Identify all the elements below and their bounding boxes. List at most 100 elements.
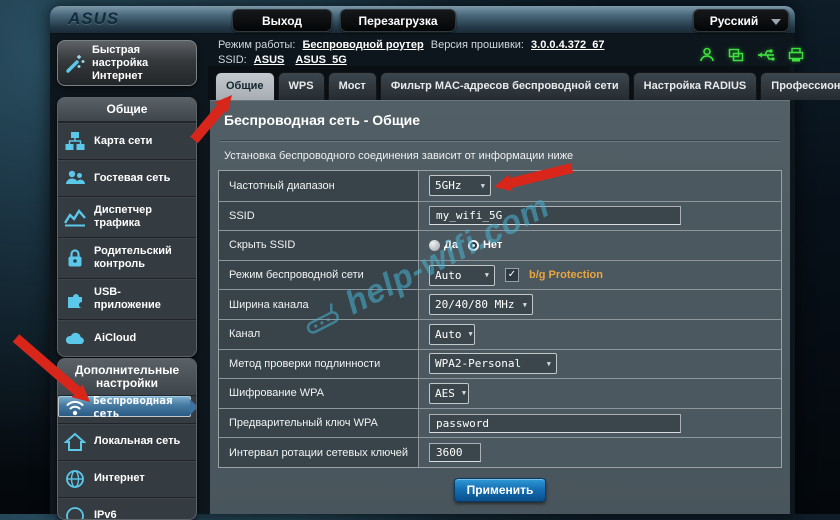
sidebar-group-advanced: Дополнительные настройки Беспроводная се…: [57, 358, 197, 520]
sidebar-item-lan[interactable]: Локальная сеть: [58, 423, 196, 460]
sidebar-group1-header: Общие: [58, 98, 196, 122]
field-label: Канал: [219, 320, 419, 349]
top-bar: ASUS Выход Перезагрузка Русский: [50, 6, 795, 34]
tab-radius[interactable]: Настройка RADIUS: [633, 72, 758, 100]
sidebar-item-label: Родительский контроль: [94, 245, 186, 271]
hide-ssid-yes-radio[interactable]: Да: [429, 239, 458, 251]
printer-icon[interactable]: [787, 46, 805, 64]
sidebar-item-label: AiCloud: [94, 332, 186, 345]
radio-label: Нет: [483, 239, 502, 251]
sidebar-item-label: Диспетчер трафика: [94, 204, 186, 230]
ssid-link-5g[interactable]: ASUS_5G: [295, 54, 346, 66]
asus-logo: ASUS: [68, 9, 119, 29]
field-label: Предварительный ключ WPA: [219, 409, 419, 438]
auth-method-select[interactable]: WPA2-Personal ▼: [429, 353, 557, 374]
operation-mode-line: Режим работы: Беспроводной роутер Версия…: [218, 39, 608, 51]
quick-setup-label: Быстрая настройка Интернет: [92, 44, 190, 83]
sidebar-item-network-map[interactable]: Карта сети: [58, 122, 196, 159]
reboot-button[interactable]: Перезагрузка: [340, 9, 456, 32]
auth-method-value: WPA2-Personal: [435, 357, 521, 370]
sidebar-item-guest-network[interactable]: Гостевая сеть: [58, 159, 196, 196]
field-label: Интервал ротации сетевых ключей: [219, 438, 419, 467]
wpa-key-input[interactable]: [429, 414, 681, 433]
sidebar-item-traffic-manager[interactable]: Диспетчер трафика: [58, 196, 196, 237]
parental-control-icon: [64, 247, 86, 269]
sidebar-item-internet[interactable]: Интернет: [58, 460, 196, 497]
channel-select[interactable]: Auto ▼: [429, 324, 475, 345]
chevron-down-icon: ▼: [469, 330, 473, 338]
table-row-channel: Канал Auto ▼: [219, 319, 781, 349]
chevron-down-icon: ▼: [485, 271, 489, 279]
client-icon[interactable]: [698, 46, 716, 64]
settings-table: Частотный диапазон 5GHz ▼ SSID Скрыть SS…: [218, 170, 782, 468]
field-label: Шифрование WPA: [219, 379, 419, 408]
wpa-encryption-select[interactable]: AES ▼: [429, 383, 469, 404]
ssid-link-24g[interactable]: ASUS: [254, 54, 285, 66]
mode-link[interactable]: Беспроводной роутер: [302, 39, 423, 51]
network-map-icon: [64, 130, 86, 152]
table-row-ssid: SSID: [219, 201, 781, 231]
bg-protection-checkbox[interactable]: ✓: [505, 268, 519, 282]
ssid-line: SSID: ASUS ASUS_5G: [218, 54, 351, 66]
tab-strip: Общие WPS Мост Фильтр MAC-адресов беспро…: [208, 66, 790, 100]
chevron-down-icon: [771, 19, 781, 25]
sidebar-item-usb-application[interactable]: USB-приложение: [58, 278, 196, 319]
wireless-icon: [64, 396, 86, 418]
language-label: Русский: [710, 14, 759, 28]
sidebar-item-aicloud[interactable]: AiCloud: [58, 319, 196, 356]
sidebar-item-label: IPv6: [94, 509, 186, 520]
sidebar-item-label: Гостевая сеть: [94, 172, 186, 185]
chevron-down-icon: ▼: [523, 301, 527, 309]
internet-icon: [64, 468, 86, 490]
tab-wps[interactable]: WPS: [278, 72, 325, 100]
tab-professional[interactable]: Профессионально: [760, 72, 840, 100]
selected-item-notch: [190, 399, 197, 415]
hide-ssid-no-radio[interactable]: Нет: [468, 239, 502, 251]
radio-icon: [429, 240, 440, 251]
page-subtitle: Установка беспроводного соединения завис…: [224, 150, 573, 162]
sidebar-item-label: Карта сети: [94, 135, 186, 148]
usb-icon[interactable]: [756, 46, 776, 64]
ssid-input[interactable]: [429, 206, 681, 225]
field-label: Скрыть SSID: [219, 231, 419, 260]
wireless-mode-select[interactable]: Auto ▼: [429, 265, 495, 286]
wireless-mode-value: Auto: [435, 269, 462, 282]
sidebar-group-general: Общие Карта сети Гостевая сеть: [57, 97, 197, 357]
key-rotation-input[interactable]: [429, 443, 481, 462]
language-select[interactable]: Русский: [693, 9, 789, 32]
tab-mac-filter[interactable]: Фильтр MAC-адресов беспроводной сети: [380, 72, 630, 100]
table-row-band: Частотный диапазон 5GHz ▼: [219, 171, 781, 201]
title-divider: [220, 140, 780, 142]
sidebar-group2-header: Дополнительные настройки: [58, 359, 196, 396]
logout-button[interactable]: Выход: [232, 9, 332, 32]
bg-protection-label: b/g Protection: [529, 269, 603, 281]
chevron-down-icon: ▼: [481, 182, 485, 190]
field-label: Ширина канала: [219, 290, 419, 319]
table-row-hide-ssid: Скрыть SSID Да Нет: [219, 230, 781, 260]
mode-label: Режим работы:: [218, 39, 295, 51]
sidebar-item-parental-control[interactable]: Родительский контроль: [58, 237, 196, 278]
table-row-key-rotation: Интервал ротации сетевых ключей: [219, 437, 781, 467]
router-admin-page: ASUS Выход Перезагрузка Русский Режим ра…: [50, 6, 795, 514]
firmware-link[interactable]: 3.0.0.4.372_67: [531, 39, 604, 51]
page-title: Беспроводная сеть - Общие: [224, 112, 420, 128]
band-select[interactable]: 5GHz ▼: [429, 175, 491, 196]
field-label: SSID: [219, 202, 419, 231]
sidebar-item-label: Интернет: [94, 472, 186, 485]
channel-width-select[interactable]: 20/40/80 MHz ▼: [429, 294, 533, 315]
chevron-down-icon: ▼: [462, 389, 466, 397]
tab-general[interactable]: Общие: [215, 72, 275, 100]
channel-value: Auto: [435, 328, 462, 341]
table-row-wireless-mode: Режим беспроводной сети Auto ▼ ✓ b/g Pro…: [219, 260, 781, 290]
lan-icon: [64, 431, 86, 453]
quick-internet-setup-button[interactable]: Быстрая настройка Интернет: [57, 40, 197, 86]
main-panel: Беспроводная сеть - Общие Установка бесп…: [210, 100, 790, 514]
tab-bridge[interactable]: Мост: [328, 72, 377, 100]
field-label: Режим беспроводной сети: [219, 261, 419, 290]
table-row-auth-method: Метод проверки подлинности WPA2-Personal…: [219, 349, 781, 379]
apply-button[interactable]: Применить: [454, 478, 546, 502]
network-devices-icon[interactable]: [727, 46, 745, 64]
sidebar-item-wireless[interactable]: Беспроводная сеть: [58, 396, 191, 417]
sidebar-item-ipv6[interactable]: IPv6: [58, 497, 196, 520]
firmware-label: Версия прошивки:: [431, 39, 524, 51]
